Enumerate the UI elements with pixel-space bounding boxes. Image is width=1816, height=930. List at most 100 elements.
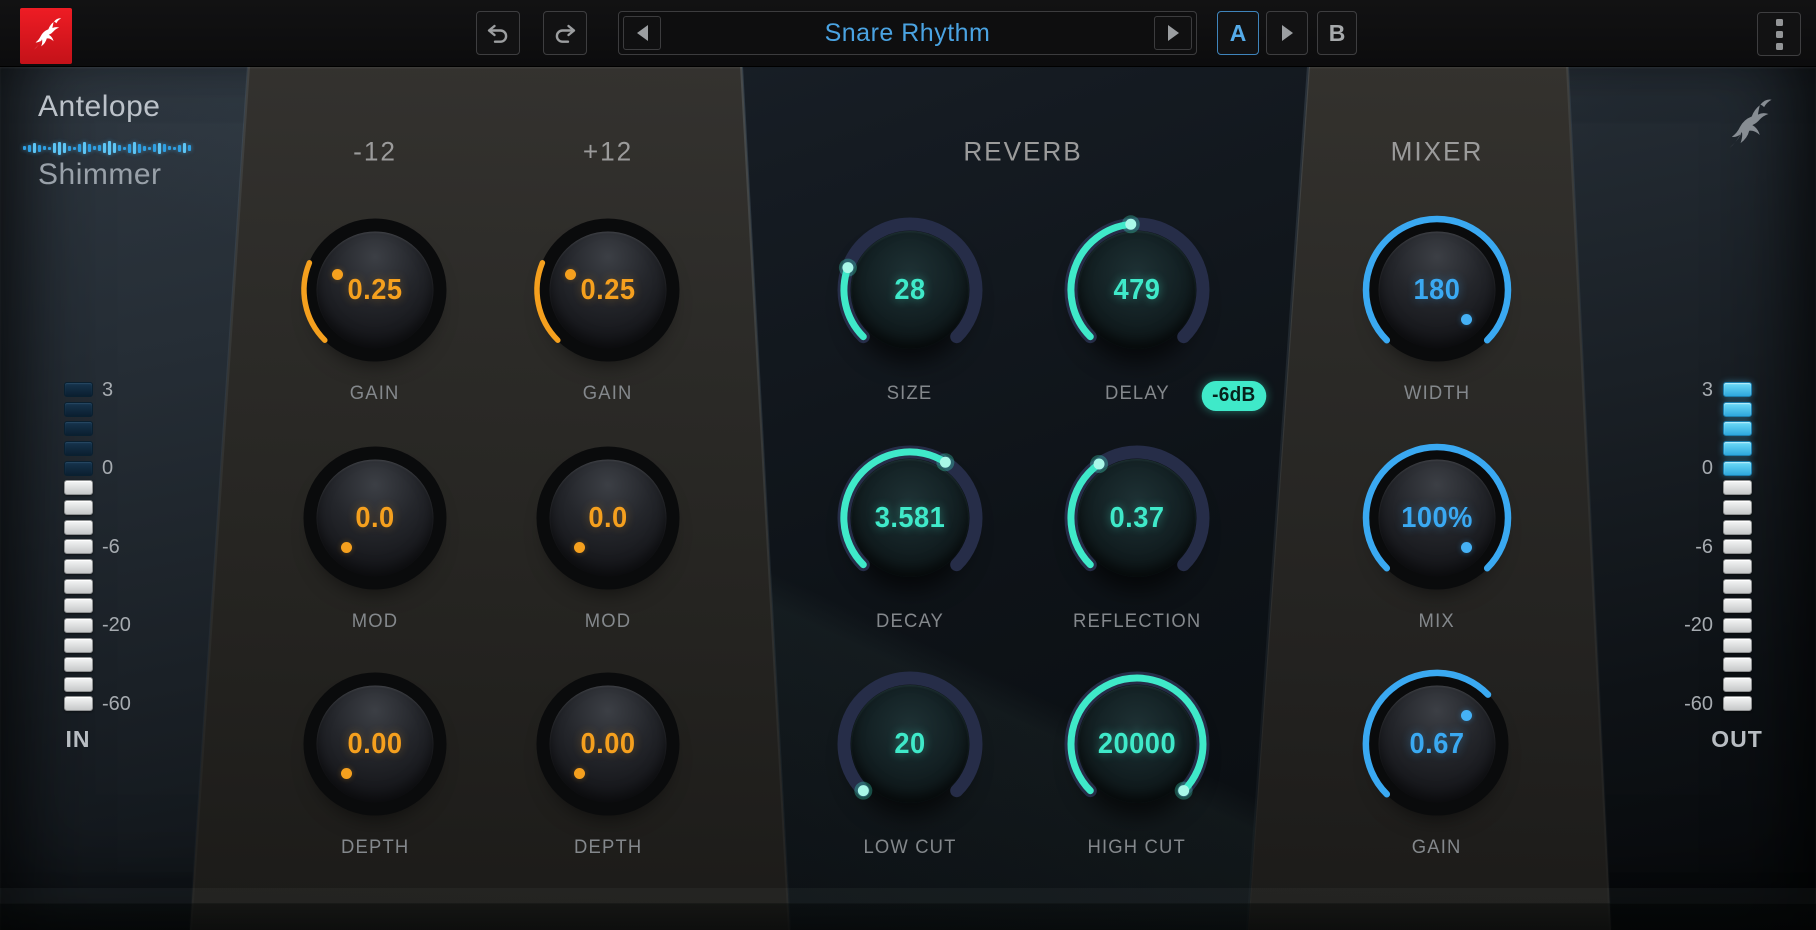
knob-label: MIX — [1419, 611, 1455, 633]
meter-segment — [64, 402, 93, 417]
knob-label: REFLECTION — [1073, 611, 1201, 633]
knob-mixer-gain[interactable]: 0.67GAIN — [1352, 659, 1522, 829]
antelope-glyph-icon — [1712, 96, 1784, 158]
redo-button[interactable] — [543, 11, 587, 55]
knob-pitch-pos12-gain[interactable]: 0.25GAIN — [523, 205, 693, 375]
plugin-window: Antelope Shimmer Snare Rhythm — [0, 0, 1816, 930]
section-header-pitch-0: -12 — [353, 137, 397, 168]
knob-value: 0.67 — [1357, 659, 1517, 829]
section-title-reverb: REVERB — [963, 137, 1082, 168]
waveform-bar — [158, 143, 161, 154]
ab-copy-button[interactable] — [1266, 11, 1308, 55]
meter-segment — [1723, 480, 1752, 495]
ab-a-button[interactable]: A — [1217, 11, 1259, 55]
meter-tick-label: -6 — [102, 536, 120, 558]
meter-segment — [1723, 657, 1752, 672]
knob-indicator-dot — [1461, 710, 1472, 721]
waveform-bar — [123, 147, 126, 150]
waveform-bar — [43, 146, 46, 150]
meter-segment — [64, 696, 93, 711]
waveform-bar — [178, 145, 181, 152]
waveform-bar — [148, 147, 151, 150]
meter-name-in: IN — [38, 726, 118, 753]
knob-value: 0.00 — [528, 659, 688, 829]
waveform-bar — [78, 144, 81, 152]
knob-mixer-width[interactable]: 180WIDTH — [1352, 205, 1522, 375]
knob-pitch-neg12-gain[interactable]: 0.25GAIN — [290, 205, 460, 375]
kebab-menu-button[interactable] — [1757, 12, 1801, 56]
preset-prev-button[interactable] — [623, 16, 661, 50]
antelope-logo-icon — [20, 8, 72, 64]
knob-badge[interactable]: -6dB — [1202, 381, 1266, 411]
waveform-bar — [58, 142, 61, 155]
knob-label: GAIN — [350, 383, 400, 405]
preset-name[interactable]: Snare Rhythm — [661, 19, 1154, 48]
knob-label: MOD — [585, 611, 631, 633]
meter-tick-label: -60 — [102, 693, 131, 715]
waveform-bar — [83, 142, 86, 154]
meter-segment — [1723, 421, 1752, 436]
knob-reverb-size[interactable]: 28SIZE — [825, 205, 995, 375]
waveform-bar — [88, 144, 91, 152]
waveform-bar — [183, 143, 186, 153]
waveform-bar — [68, 146, 71, 151]
waveform-bar — [73, 147, 76, 150]
meter-segment — [64, 539, 93, 554]
brand-name: Antelope — [38, 90, 160, 124]
knob-label: WIDTH — [1404, 383, 1470, 405]
waveform-bar — [53, 143, 56, 153]
waveform-bar — [23, 146, 26, 150]
waveform-bar — [163, 144, 166, 152]
waveform-bar — [133, 142, 136, 154]
waveform-bar — [28, 145, 31, 152]
knob-pitch-pos12-depth[interactable]: 0.00DEPTH — [523, 659, 693, 829]
knob-label: GAIN — [1412, 837, 1462, 859]
kebab-dot — [1776, 31, 1783, 38]
meter-segment — [1723, 559, 1752, 574]
meter-segment — [1723, 618, 1752, 633]
meter-segment — [64, 500, 93, 515]
meter-tick-label: 3 — [1653, 379, 1713, 401]
waveform-bar — [63, 143, 66, 153]
waveform-bar — [38, 145, 41, 152]
knob-reverb-reflection[interactable]: 0.37REFLECTION — [1052, 433, 1222, 603]
title-bar: Snare Rhythm A B — [0, 0, 1816, 67]
waveform-bar — [103, 143, 106, 153]
meter-segment — [64, 657, 93, 672]
knob-mixer-mix[interactable]: 100%MIX — [1352, 433, 1522, 603]
ab-b-button[interactable]: B — [1317, 11, 1357, 55]
knob-label: DEPTH — [341, 837, 409, 859]
knob-pitch-neg12-mod[interactable]: 0.0MOD — [290, 433, 460, 603]
waveform-bar — [98, 145, 101, 151]
waveform-icon — [23, 138, 191, 158]
knob-reverb-highcut[interactable]: 20000HIGH CUT — [1052, 659, 1222, 829]
knob-indicator-dot — [332, 269, 343, 280]
undo-button[interactable] — [476, 11, 520, 55]
meter-tick-label: 0 — [102, 457, 113, 479]
knob-value: 20000 — [1057, 659, 1217, 829]
meter-tick-label: -60 — [1653, 693, 1713, 715]
meter-segment — [1723, 539, 1752, 554]
redo-icon — [552, 20, 578, 46]
preset-next-button[interactable] — [1154, 16, 1192, 50]
knob-reverb-decay[interactable]: 3.581DECAY — [825, 433, 995, 603]
knob-reverb-delay[interactable]: 479DELAY-6dB — [1052, 205, 1222, 375]
knob-reverb-lowcut[interactable]: 20LOW CUT — [825, 659, 995, 829]
knob-value: 0.25 — [528, 205, 688, 375]
left-triangle-icon — [637, 25, 648, 41]
meter-segment — [1723, 402, 1752, 417]
meter-segment — [64, 382, 93, 397]
knob-label: HIGH CUT — [1088, 837, 1186, 859]
knob-value: 3.581 — [830, 433, 990, 603]
meter-segment — [1723, 696, 1752, 711]
waveform-bar — [173, 147, 176, 150]
meter-segment — [1723, 579, 1752, 594]
meter-tick-label: 0 — [1653, 457, 1713, 479]
waveform-bar — [168, 146, 171, 150]
knob-pitch-pos12-mod[interactable]: 0.0MOD — [523, 433, 693, 603]
knob-pitch-neg12-depth[interactable]: 0.00DEPTH — [290, 659, 460, 829]
waveform-bar — [48, 147, 51, 150]
meter-segment — [1723, 500, 1752, 515]
waveform-bar — [33, 143, 36, 153]
meter-tick-label: -20 — [102, 614, 131, 636]
